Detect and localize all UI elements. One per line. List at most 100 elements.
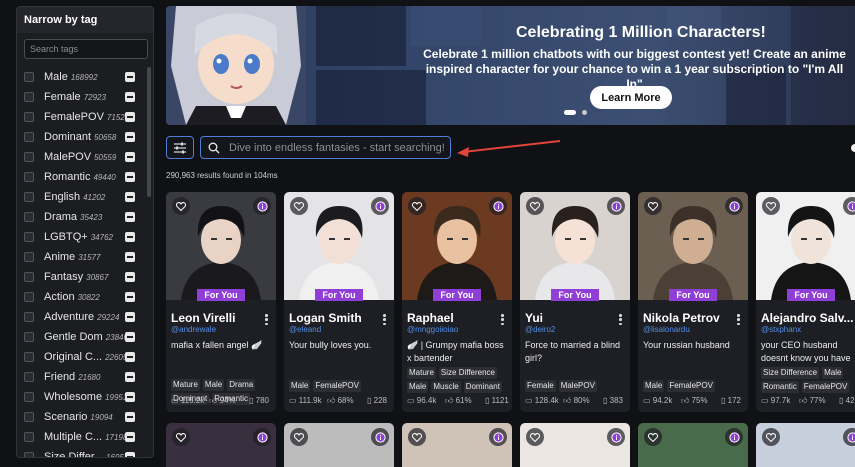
- info-button[interactable]: [253, 197, 271, 215]
- sidebar-scrollbar[interactable]: [147, 67, 151, 197]
- info-button[interactable]: [607, 197, 625, 215]
- favorite-button[interactable]: [408, 197, 426, 215]
- exclude-tag-button[interactable]: [125, 92, 135, 102]
- tag-row[interactable]: Friend 21680: [17, 367, 147, 387]
- character-card[interactable]: For You Nikola Petrov @lisalonardu Your rus…: [638, 192, 748, 412]
- tag-chip[interactable]: Mature: [171, 379, 200, 391]
- creator-handle[interactable]: @stxphanx: [761, 325, 801, 334]
- search-input[interactable]: [229, 140, 444, 156]
- tag-row[interactable]: Dominant 50658: [17, 127, 147, 147]
- tag-row[interactable]: Anime 31577: [17, 247, 147, 267]
- character-card[interactable]: [756, 423, 855, 467]
- more-options-icon[interactable]: [737, 314, 740, 326]
- tag-chip[interactable]: Romantic: [761, 381, 799, 393]
- tag-row[interactable]: English 41202: [17, 187, 147, 207]
- tag-chip[interactable]: Mature: [407, 367, 436, 379]
- tag-row[interactable]: Male 168992: [17, 67, 147, 87]
- exclude-tag-button[interactable]: [125, 172, 135, 182]
- tag-row[interactable]: Wholesome 19951: [17, 387, 147, 407]
- tag-checkbox[interactable]: [24, 172, 34, 182]
- tag-chip[interactable]: Size Difference: [761, 367, 820, 379]
- tag-checkbox[interactable]: [24, 112, 34, 122]
- tag-checkbox[interactable]: [24, 332, 34, 342]
- tag-row[interactable]: MalePOV 50559: [17, 147, 147, 167]
- info-button[interactable]: [489, 197, 507, 215]
- info-button[interactable]: [843, 428, 855, 446]
- character-card[interactable]: For You Alejandro Salv... @stxphanx your CE…: [756, 192, 855, 412]
- character-card[interactable]: [166, 423, 276, 467]
- tag-checkbox[interactable]: [24, 232, 34, 242]
- favorite-button[interactable]: [526, 197, 544, 215]
- tag-chip[interactable]: Dominant: [463, 381, 502, 393]
- tag-row[interactable]: Gentle Dom 23846: [17, 327, 147, 347]
- exclude-tag-button[interactable]: [125, 312, 135, 322]
- more-options-icon[interactable]: [501, 314, 504, 326]
- tag-chip[interactable]: Male: [407, 381, 429, 393]
- character-card[interactable]: For You Leon Virelli @andrewale mafia x fal…: [166, 192, 276, 412]
- tag-checkbox[interactable]: [24, 152, 34, 162]
- search-box[interactable]: [200, 136, 451, 159]
- tag-row[interactable]: Drama 35423: [17, 207, 147, 227]
- tag-chip[interactable]: MalePOV: [558, 380, 597, 392]
- tag-chip[interactable]: Male: [822, 367, 844, 379]
- exclude-tag-button[interactable]: [125, 412, 135, 422]
- more-options-icon[interactable]: [265, 314, 268, 326]
- tag-checkbox[interactable]: [24, 272, 34, 282]
- tag-checkbox[interactable]: [24, 412, 34, 422]
- filter-settings-button[interactable]: [166, 136, 194, 159]
- carousel-dot[interactable]: [582, 110, 587, 115]
- tag-checkbox[interactable]: [24, 432, 34, 442]
- favorite-button[interactable]: [290, 428, 308, 446]
- tag-row[interactable]: Multiple C... 17198: [17, 427, 147, 447]
- tag-chip[interactable]: FemalePOV: [667, 380, 715, 392]
- creator-handle[interactable]: @eleand: [289, 325, 321, 334]
- creator-handle[interactable]: @andrewale: [171, 325, 216, 334]
- tag-chip[interactable]: Size Difference: [438, 367, 498, 379]
- character-card[interactable]: [402, 423, 512, 467]
- character-card[interactable]: For You Logan Smith @eleand Your bully love…: [284, 192, 394, 412]
- info-button[interactable]: [371, 428, 389, 446]
- tag-row[interactable]: Action 30822: [17, 287, 147, 307]
- info-button[interactable]: [371, 197, 389, 215]
- tag-checkbox[interactable]: [24, 92, 34, 102]
- tag-row[interactable]: Female 72923: [17, 87, 147, 107]
- info-button[interactable]: [725, 428, 743, 446]
- favorite-button[interactable]: [762, 197, 780, 215]
- tag-checkbox[interactable]: [24, 212, 34, 222]
- tag-chip[interactable]: Male: [289, 380, 311, 392]
- tag-row[interactable]: Size Differ... 16957: [17, 447, 147, 457]
- exclude-tag-button[interactable]: [125, 232, 135, 242]
- tag-checkbox[interactable]: [24, 372, 34, 382]
- tag-chip[interactable]: FemalePOV: [801, 381, 850, 393]
- tag-chip[interactable]: FemalePOV: [313, 380, 361, 392]
- tag-row[interactable]: LGBTQ+ 34762: [17, 227, 147, 247]
- learn-more-button[interactable]: Learn More: [590, 86, 672, 109]
- character-card[interactable]: For You Yui @deiro2 Force to married a blin…: [520, 192, 630, 412]
- favorite-button[interactable]: [526, 428, 544, 446]
- tag-checkbox[interactable]: [24, 312, 34, 322]
- exclude-tag-button[interactable]: [125, 432, 135, 442]
- info-button[interactable]: [725, 197, 743, 215]
- more-options-icon[interactable]: [619, 314, 622, 326]
- tag-row[interactable]: FemalePOV 71524: [17, 107, 147, 127]
- favorite-button[interactable]: [290, 197, 308, 215]
- character-card[interactable]: For You Raphael @mnggoiioiao 🪽 | Grumpy maf…: [402, 192, 512, 412]
- tag-chip[interactable]: Female: [525, 380, 556, 392]
- tag-row[interactable]: Original C... 22605: [17, 347, 147, 367]
- tag-checkbox[interactable]: [24, 292, 34, 302]
- exclude-tag-button[interactable]: [125, 392, 135, 402]
- tag-chip[interactable]: Muscle: [431, 381, 461, 393]
- favorite-button[interactable]: [644, 428, 662, 446]
- tag-row[interactable]: Scenario 19094: [17, 407, 147, 427]
- favorite-button[interactable]: [172, 197, 190, 215]
- exclude-tag-button[interactable]: [125, 372, 135, 382]
- tag-checkbox[interactable]: [24, 352, 34, 362]
- info-button[interactable]: [607, 428, 625, 446]
- tag-row[interactable]: Romantic 49440: [17, 167, 147, 187]
- carousel-dot-active[interactable]: [564, 110, 576, 115]
- tag-search-input[interactable]: [24, 39, 148, 59]
- tag-checkbox[interactable]: [24, 392, 34, 402]
- exclude-tag-button[interactable]: [125, 112, 135, 122]
- tag-row[interactable]: Fantasy 30867: [17, 267, 147, 287]
- exclude-tag-button[interactable]: [125, 152, 135, 162]
